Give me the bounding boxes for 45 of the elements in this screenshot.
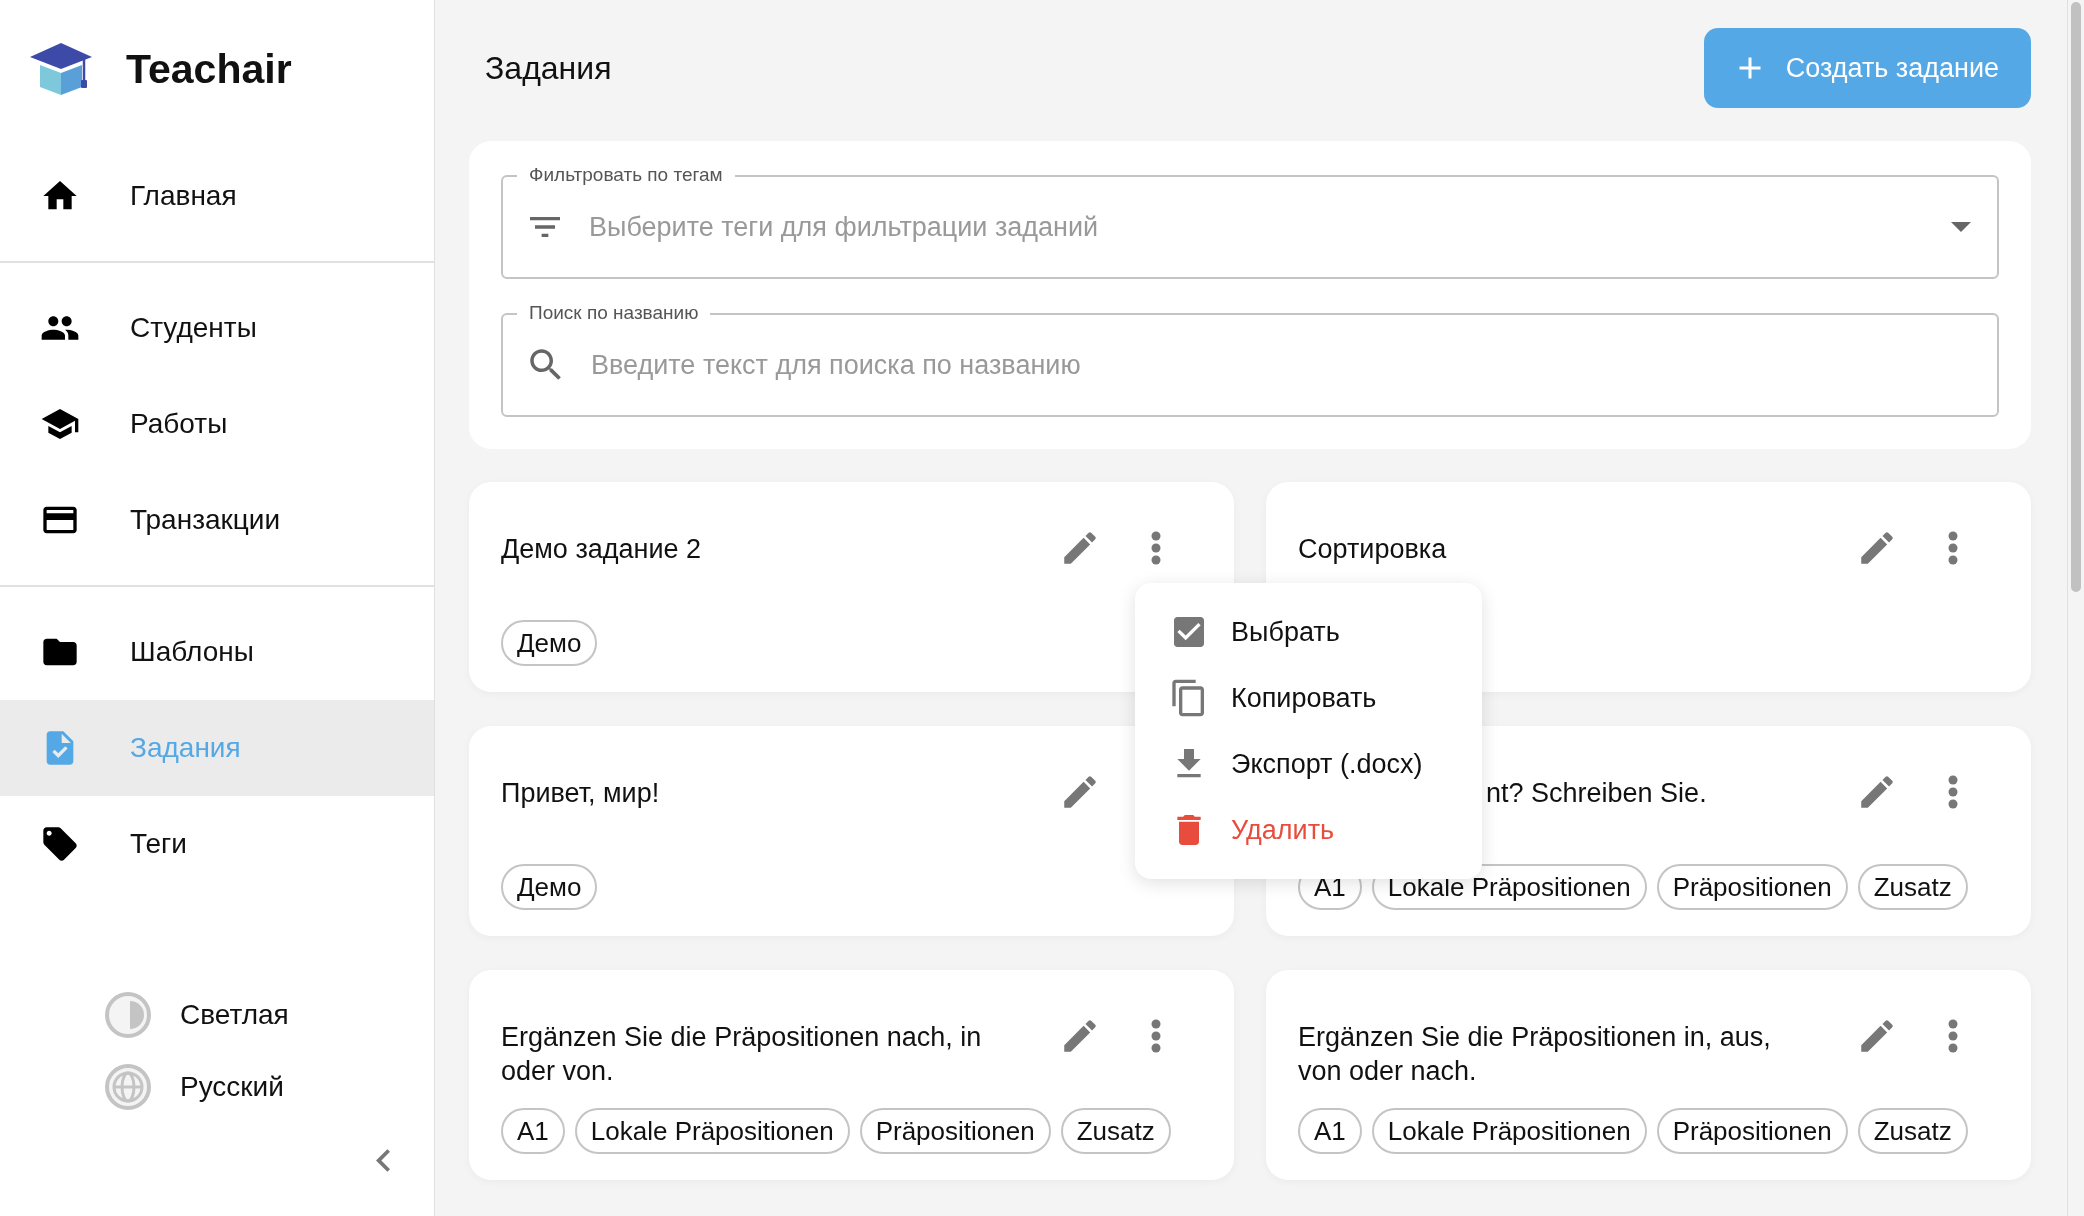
theme-toggle[interactable]: Светлая — [104, 991, 434, 1039]
menu-item[interactable]: Экспорт (.docx) — [1135, 731, 1482, 797]
tag-chip[interactable]: Präpositionen — [859, 1108, 1051, 1154]
assignment-title: Сортировка — [1298, 534, 1447, 564]
sidebar-item[interactable]: Теги — [0, 796, 434, 892]
tag-chip[interactable]: Демо — [501, 864, 598, 910]
menu-item[interactable]: Выбрать — [1135, 599, 1482, 665]
assignment-title: Ergänzen Sie die Präpositionen nach, in oder von. — [501, 1022, 982, 1086]
tag-chip[interactable]: Демо — [501, 620, 598, 666]
scrollbar-thumb[interactable] — [2071, 2, 2081, 592]
logo-icon — [30, 43, 92, 95]
more-vertical-icon — [1948, 531, 1958, 565]
tag-chip[interactable]: A1 — [501, 1108, 565, 1154]
tag-icon — [40, 824, 80, 864]
tag-chip[interactable]: Präpositionen — [1656, 1108, 1848, 1154]
menu-item[interactable]: Удалить — [1135, 797, 1482, 863]
tag-chip[interactable]: Präpositionen — [1656, 864, 1848, 910]
menu-item[interactable]: Копировать — [1135, 665, 1482, 731]
tag-chip[interactable]: Zusatz — [1857, 864, 1968, 910]
chevron-left-icon — [376, 1149, 390, 1172]
assignment-title: nt? Schreiben Sie. — [1486, 778, 1707, 808]
tag-chip[interactable]: Lokale Präpositionen — [574, 1108, 850, 1154]
more-vertical-icon — [1948, 775, 1958, 809]
sidebar-item[interactable]: Главная — [0, 148, 434, 244]
sidebar-item[interactable]: Транзакции — [0, 472, 434, 568]
sidebar-item[interactable]: Шаблоны — [0, 604, 434, 700]
tag-chip[interactable]: Zusatz — [1857, 1108, 1968, 1154]
more-vertical-icon — [1948, 1019, 1958, 1053]
globe-icon — [104, 1063, 152, 1111]
more-vertical-icon — [1151, 531, 1161, 565]
sidebar-item[interactable]: Студенты — [0, 280, 434, 376]
assignment-title: Привет, мир! — [501, 778, 660, 808]
tag-chip[interactable]: Lokale Präpositionen — [1371, 1108, 1647, 1154]
app-name: Teachair — [126, 45, 292, 93]
page-title: Задания — [485, 49, 612, 87]
scrollbar[interactable] — [2067, 0, 2084, 1216]
tag-chip[interactable]: A1 — [1298, 1108, 1362, 1154]
dropdown-arrow-icon — [1951, 222, 1971, 232]
contrast-icon — [104, 991, 152, 1039]
assignment-title: Ergänzen Sie die Präpositionen in, aus, von oder nach. — [1298, 1022, 1771, 1086]
tag-chip[interactable]: Zusatz — [1060, 1108, 1171, 1154]
assignment-title: Демо задание 2 — [501, 534, 702, 564]
more-vertical-icon — [1151, 1019, 1161, 1053]
language-selector[interactable]: Русский — [104, 1063, 434, 1111]
sidebar-item[interactable]: Работы — [0, 376, 434, 472]
